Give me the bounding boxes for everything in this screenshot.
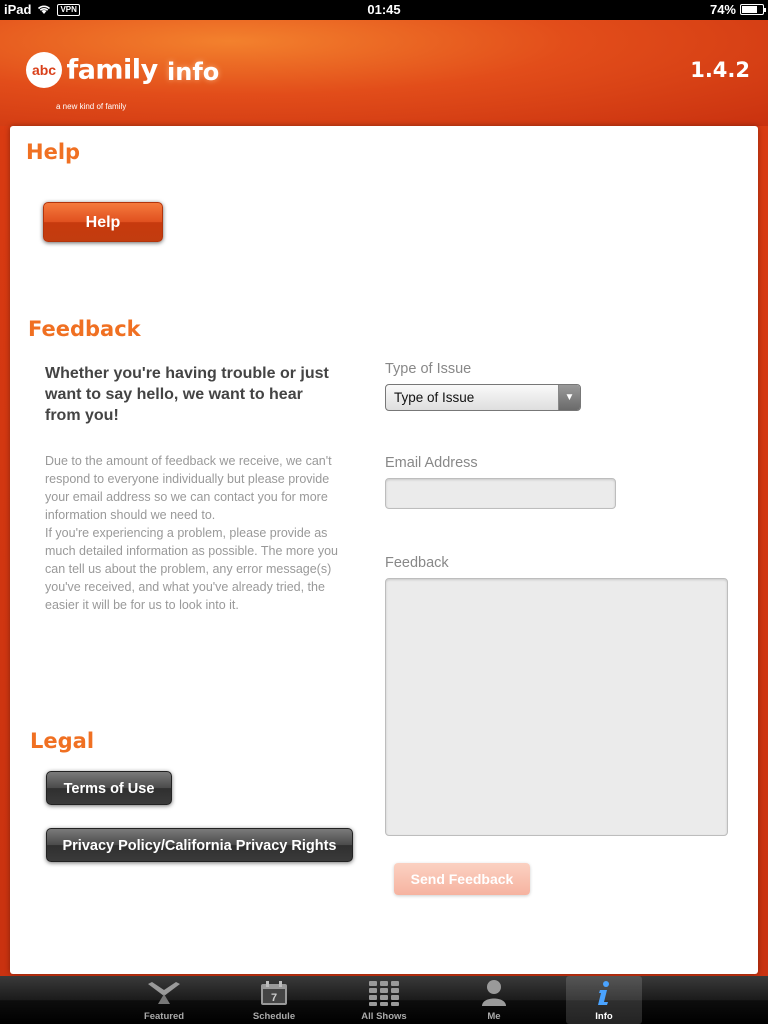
feedback-lead-text: Whether you're having trouble or just wa… [45,365,329,424]
version-label: 1.4.2 [690,58,750,82]
privacy-policy-button[interactable]: Privacy Policy/California Privacy Rights [46,828,353,862]
feedback-heading: Feedback [28,317,141,341]
person-icon [482,980,506,1006]
calendar-icon: 7 [261,981,287,1005]
legal-heading: Legal [30,729,95,753]
tab-schedule-label: Schedule [252,1011,296,1022]
calendar-day: 7 [271,992,277,1004]
tab-featured-label: Featured [143,1011,185,1022]
tab-info[interactable]: Info [566,976,642,1024]
feedback-note-email: Due to the amount of feedback we receive… [45,454,332,522]
tab-all-shows[interactable]: All Shows [346,976,422,1024]
send-feedback-button[interactable]: Send Feedback [394,863,530,895]
logo-family-text: family [66,54,158,86]
abc-logo-mark: abc [26,52,62,88]
status-bar: iPad VPN 01:45 74% [0,0,768,20]
tab-schedule[interactable]: 7 Schedule [236,976,312,1024]
terms-of-use-button[interactable]: Terms of Use [46,771,172,805]
dropdown-arrow-icon: ▼ [558,385,580,410]
feedback-note-problem: If you're experiencing a problem, please… [45,526,338,612]
help-heading: Help [26,140,81,164]
feedback-label: Feedback [385,555,449,571]
email-label: Email Address [385,455,478,471]
email-field[interactable] [385,478,616,509]
tab-featured[interactable]: Featured [126,976,202,1024]
app-frame: abc family a new kind of family info 1.4… [0,20,768,976]
tab-all-shows-label: All Shows [361,1011,407,1022]
issue-type-label: Type of Issue [385,361,472,377]
page-title: info [167,58,220,86]
info-icon [598,981,609,1005]
app-header: abc family a new kind of family info 1.4… [0,20,768,126]
abc-family-logo: abc family a new kind of family [26,52,158,111]
tab-bar: Featured 7 Schedule All Shows Me Info [0,976,768,1024]
battery-percent: 74% [709,2,736,17]
featured-icon [148,982,180,1004]
tab-info-label: Info [595,1011,613,1022]
tab-me[interactable]: Me [456,976,532,1024]
battery-icon [740,4,766,15]
issue-type-value: Type of Issue [394,390,475,405]
logo-tagline: a new kind of family [56,102,127,111]
feedback-description: Due to the amount of feedback we receive… [45,452,340,614]
tab-me-label: Me [487,1011,501,1022]
help-button[interactable]: Help [43,202,163,242]
grid-icon [369,981,399,1006]
issue-type-select[interactable]: Type of Issue ▼ [385,384,581,411]
info-panel: Help Help Feedback Whether you're having… [10,126,758,974]
feedback-textarea[interactable] [385,578,728,836]
clock: 01:45 [367,2,401,17]
